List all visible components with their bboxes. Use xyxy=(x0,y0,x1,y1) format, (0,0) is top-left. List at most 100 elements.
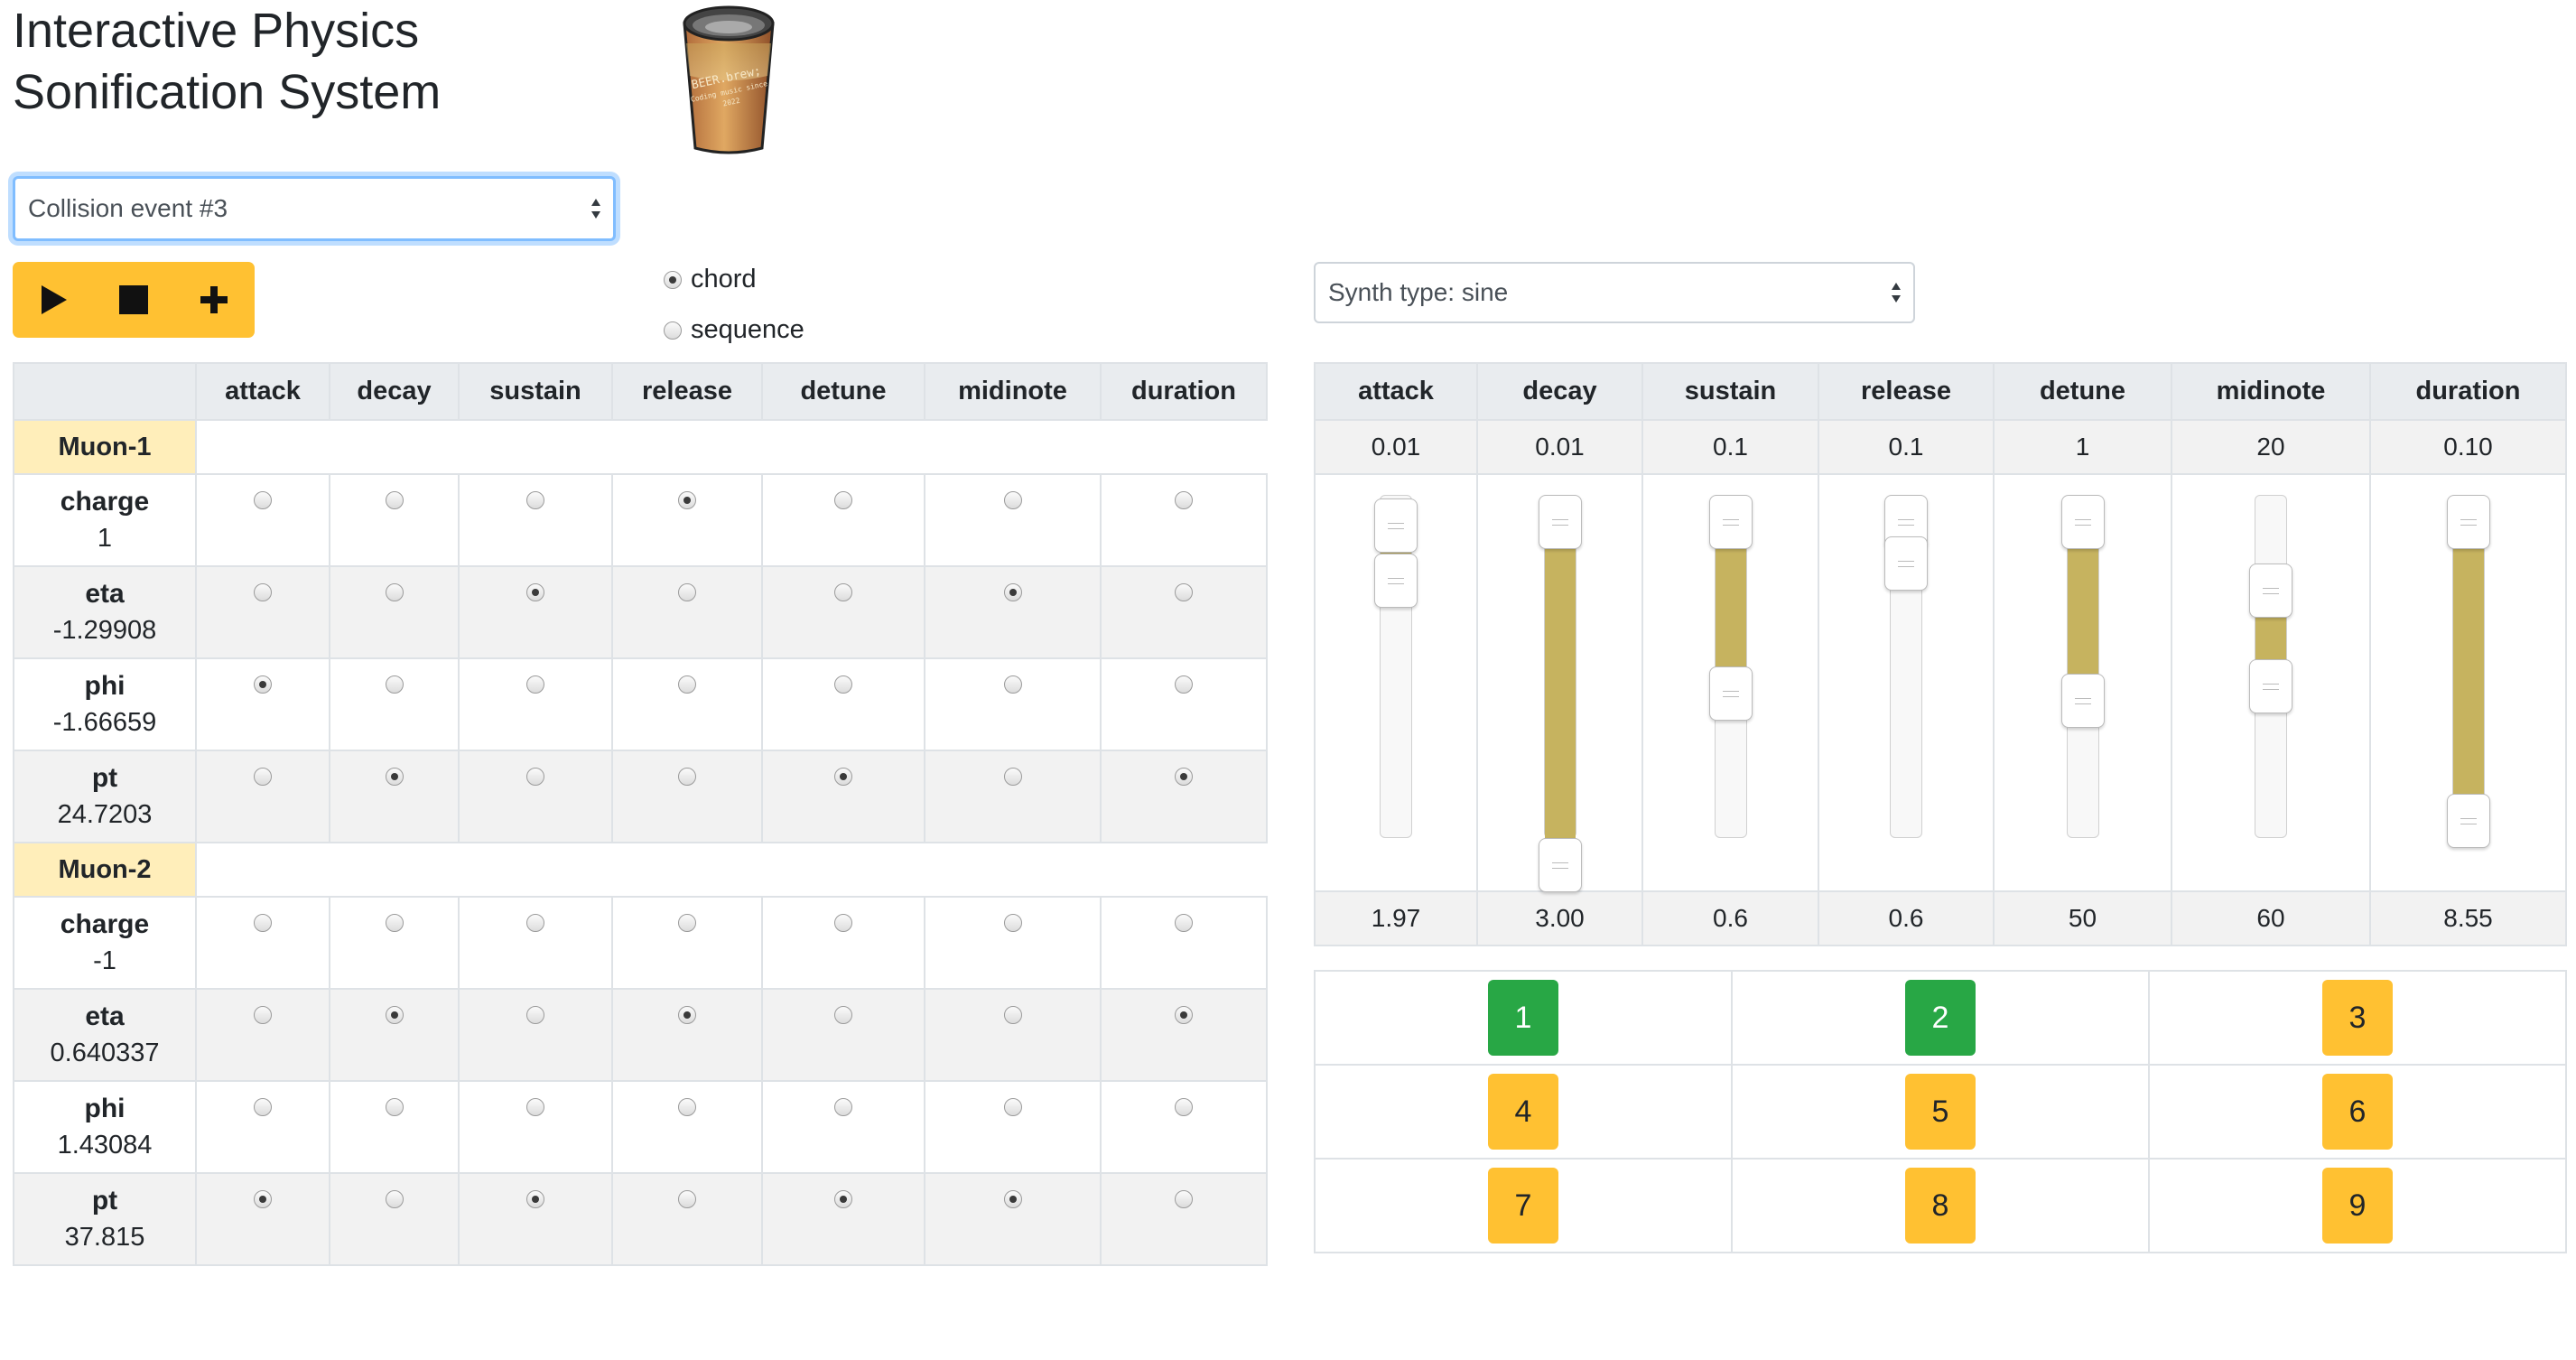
slider-high-handle[interactable] xyxy=(2446,793,2490,848)
mapping-radio-attack[interactable] xyxy=(254,914,272,932)
mapping-radio-duration[interactable] xyxy=(1175,583,1193,601)
mapping-radio-release[interactable] xyxy=(678,1006,696,1024)
preset-button-5[interactable]: 5 xyxy=(1905,1074,1976,1150)
slider-low-handle[interactable] xyxy=(1374,498,1418,553)
mapping-radio-duration[interactable] xyxy=(1175,675,1193,694)
mapping-radio-sustain[interactable] xyxy=(526,583,544,601)
play-button[interactable] xyxy=(13,262,93,338)
duration-range-slider[interactable] xyxy=(2446,495,2490,848)
preset-button-6[interactable]: 6 xyxy=(2322,1074,2393,1150)
mode-sequence-option[interactable]: sequence xyxy=(664,315,804,345)
property-value: 1 xyxy=(97,524,113,553)
mapping-radio-decay[interactable] xyxy=(385,1006,404,1024)
preset-button-1[interactable]: 1 xyxy=(1488,980,1558,1056)
mapping-radio-attack[interactable] xyxy=(254,1190,272,1208)
mapping-radio-attack[interactable] xyxy=(254,491,272,509)
mapping-radio-decay[interactable] xyxy=(385,1190,404,1208)
mapping-radio-detune[interactable] xyxy=(834,914,852,932)
attack-range-slider[interactable] xyxy=(1374,495,1418,838)
mapping-radio-duration[interactable] xyxy=(1175,1190,1193,1208)
mapping-radio-decay[interactable] xyxy=(385,768,404,786)
mapping-radio-sustain[interactable] xyxy=(526,768,544,786)
stop-button[interactable] xyxy=(93,262,173,338)
mapping-radio-midinote[interactable] xyxy=(1003,768,1022,786)
mapping-radio-detune[interactable] xyxy=(834,1098,852,1116)
synth-type-value: Synth type: sine xyxy=(1328,278,1509,306)
mapping-cell xyxy=(1100,565,1268,659)
slider-low-handle[interactable] xyxy=(1538,495,1582,549)
mapping-radio-sustain[interactable] xyxy=(526,914,544,932)
mapping-radio-release[interactable] xyxy=(678,914,696,932)
property-name: charge xyxy=(60,487,150,517)
mapping-radio-attack[interactable] xyxy=(254,583,272,601)
mapping-radio-decay[interactable] xyxy=(385,583,404,601)
preset-button-8[interactable]: 8 xyxy=(1905,1168,1976,1244)
mapping-radio-attack[interactable] xyxy=(254,1098,272,1116)
mapping-radio-duration[interactable] xyxy=(1175,491,1193,509)
mapping-radio-release[interactable] xyxy=(678,583,696,601)
mapping-radio-attack[interactable] xyxy=(254,675,272,694)
mapping-radio-detune[interactable] xyxy=(834,1190,852,1208)
midinote-range-slider[interactable] xyxy=(2249,495,2292,838)
mapping-radio-duration[interactable] xyxy=(1175,1098,1193,1116)
preset-button-7[interactable]: 7 xyxy=(1488,1168,1558,1244)
mapping-radio-attack[interactable] xyxy=(254,1006,272,1024)
preset-button-3[interactable]: 3 xyxy=(2322,980,2393,1056)
synth-type-select[interactable]: Synth type: sine xyxy=(1314,262,1915,323)
mapping-radio-midinote[interactable] xyxy=(1003,1190,1022,1208)
mapping-radio-release[interactable] xyxy=(678,1098,696,1116)
mapping-radio-attack[interactable] xyxy=(254,768,272,786)
mapping-radio-detune[interactable] xyxy=(834,1006,852,1024)
mapping-radio-decay[interactable] xyxy=(385,1098,404,1116)
mapping-radio-sustain[interactable] xyxy=(526,1190,544,1208)
mapping-radio-sustain[interactable] xyxy=(526,491,544,509)
mapping-radio-detune[interactable] xyxy=(834,675,852,694)
mapping-radio-detune[interactable] xyxy=(834,583,852,601)
mapping-radio-decay[interactable] xyxy=(385,914,404,932)
mapping-radio-decay[interactable] xyxy=(385,491,404,509)
mapping-radio-duration[interactable] xyxy=(1175,1006,1193,1024)
mapping-radio-midinote[interactable] xyxy=(1003,583,1022,601)
preset-button-9[interactable]: 9 xyxy=(2322,1168,2393,1244)
slider-low-handle[interactable] xyxy=(2060,495,2105,549)
preset-button-4[interactable]: 4 xyxy=(1488,1074,1558,1150)
mapping-radio-midinote[interactable] xyxy=(1003,675,1022,694)
release-range-slider[interactable] xyxy=(1884,495,1928,838)
slider-low-handle[interactable] xyxy=(2446,495,2490,549)
slider-low-handle[interactable] xyxy=(2249,564,2292,618)
mapping-radio-midinote[interactable] xyxy=(1003,1006,1022,1024)
preset-button-2[interactable]: 2 xyxy=(1905,980,1976,1056)
mapping-radio-detune[interactable] xyxy=(834,768,852,786)
mapping-radio-sustain[interactable] xyxy=(526,675,544,694)
slider-high-handle[interactable] xyxy=(1374,553,1418,608)
mapping-radio-release[interactable] xyxy=(678,491,696,509)
mode-sequence-radio[interactable] xyxy=(664,321,682,340)
mapping-radio-release[interactable] xyxy=(678,675,696,694)
mapping-radio-duration[interactable] xyxy=(1175,914,1193,932)
mapping-radio-release[interactable] xyxy=(678,1190,696,1208)
mode-chord-radio[interactable] xyxy=(664,270,682,289)
mapping-radio-decay[interactable] xyxy=(385,675,404,694)
slider-high-handle[interactable] xyxy=(1538,838,1582,892)
slider-high-handle[interactable] xyxy=(1884,536,1928,591)
slider-low-handle[interactable] xyxy=(1708,495,1753,549)
slider-high-handle[interactable] xyxy=(2060,673,2105,728)
mapping-radio-sustain[interactable] xyxy=(526,1006,544,1024)
synth-header-duration: duration xyxy=(2369,362,2567,421)
slider-high-handle[interactable] xyxy=(1708,666,1753,721)
mapping-radio-duration[interactable] xyxy=(1175,768,1193,786)
slider-high-handle[interactable] xyxy=(2249,659,2292,714)
mode-chord-option[interactable]: chord xyxy=(664,265,757,294)
mapping-radio-midinote[interactable] xyxy=(1003,491,1022,509)
mapping-radio-release[interactable] xyxy=(678,768,696,786)
property-value: 37.815 xyxy=(64,1223,145,1252)
mapping-radio-sustain[interactable] xyxy=(526,1098,544,1116)
sustain-range-slider[interactable] xyxy=(1708,495,1753,838)
mapping-radio-detune[interactable] xyxy=(834,491,852,509)
mapping-radio-midinote[interactable] xyxy=(1003,1098,1022,1116)
decay-range-slider[interactable] xyxy=(1538,495,1582,892)
add-button[interactable] xyxy=(173,262,254,338)
detune-range-slider[interactable] xyxy=(2060,495,2105,838)
collision-event-select[interactable]: Collision event #3 xyxy=(13,176,616,241)
mapping-radio-midinote[interactable] xyxy=(1003,914,1022,932)
